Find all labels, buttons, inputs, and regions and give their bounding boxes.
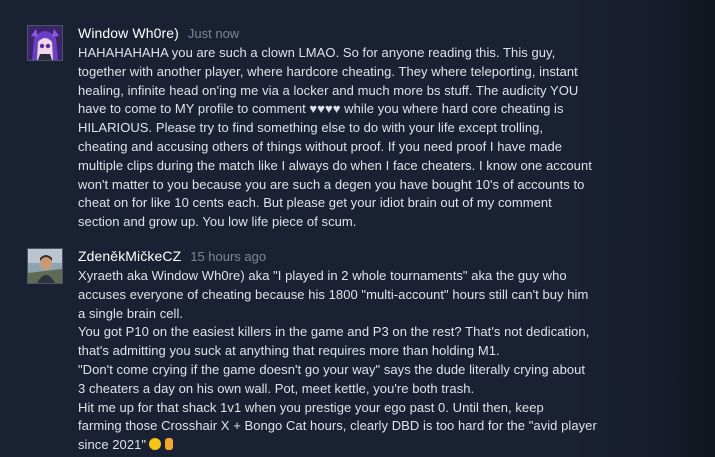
- comment-content: ZdeněkMičkeCZ 15 hours ago Xyraeth aka W…: [78, 248, 678, 455]
- comment-body: Xyraeth aka Window Wh0re) aka "I played …: [78, 267, 678, 455]
- avatar[interactable]: [27, 25, 63, 61]
- comment-line: Xyraeth aka Window Wh0re) aka "I played …: [78, 268, 567, 283]
- comment-line: HAHAHAHAHA you are such a clown LMAO. So…: [78, 45, 556, 60]
- comment-line: that's admitting you suck at anything th…: [78, 343, 500, 359]
- author-name[interactable]: Window Wh0re): [78, 25, 179, 41]
- anime-avatar-icon: [28, 26, 62, 60]
- comment-line: healing, infinite head on'ing me via a l…: [78, 82, 579, 98]
- comment-line: multiple clips during the match like I a…: [78, 157, 592, 173]
- comment-line: You got P10 on the easiest killers in th…: [78, 324, 590, 340]
- person-avatar-icon: [28, 249, 62, 283]
- comment-line: accuses everyone of cheating because his…: [78, 286, 589, 302]
- comment-content: Window Wh0re) Just now HAHAHAHAHA you ar…: [78, 25, 678, 232]
- comment-line-last: since 2021": [78, 436, 678, 455]
- comment-line: a single brain cell.: [78, 305, 184, 321]
- comment-header: Window Wh0re) Just now: [78, 25, 678, 43]
- comment-line: "Don't come crying if the game doesn't g…: [78, 361, 586, 377]
- avatar[interactable]: [27, 248, 63, 284]
- comment-line: farming those Crosshair X + Bongo Cat ho…: [78, 418, 597, 434]
- comment-line: Hit me up for that shack 1v1 when you pr…: [78, 399, 544, 415]
- laughing-emoji-icon: [149, 438, 162, 451]
- comment-timestamp: Just now: [187, 26, 240, 41]
- comment-line-text: since 2021": [78, 437, 147, 453]
- comment-line: have to come to MY profile to comment ♥♥…: [78, 101, 564, 117]
- comment-line: 3 cheaters a day on his own wall. Pot, m…: [78, 380, 475, 396]
- comment-line: HILARIOUS. Please try to find something …: [78, 120, 544, 136]
- comment-line: together with another player, where hard…: [78, 63, 578, 79]
- comment-line: won't matter to you because you are such…: [78, 176, 585, 192]
- comment-line: cheat on for like 10 cents each. But ple…: [78, 195, 552, 211]
- comment-line: cheating and accusing others of things w…: [78, 138, 563, 154]
- comment-body: HAHAHAHAHA you are such a clown LMAO. So…: [78, 44, 678, 232]
- middle-finger-emoji-icon: [165, 438, 174, 451]
- comment-line: section and grow up. You low life piece …: [78, 214, 357, 230]
- author-name[interactable]: ZdeněkMičkeCZ: [78, 248, 181, 264]
- comment-timestamp: 15 hours ago: [190, 249, 267, 264]
- comments-panel: Window Wh0re) Just now HAHAHAHAHA you ar…: [0, 0, 715, 457]
- comment-header: ZdeněkMičkeCZ 15 hours ago: [78, 248, 678, 266]
